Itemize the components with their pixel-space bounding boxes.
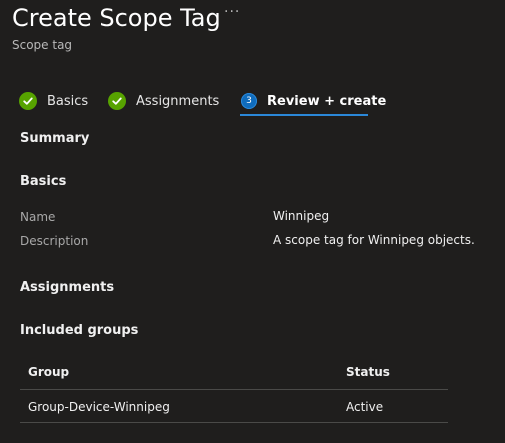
page-title: Create Scope Tag [12, 4, 221, 32]
more-options-button[interactable]: ··· [224, 4, 240, 20]
tab-label: Assignments [136, 93, 220, 109]
summary-heading: Summary [20, 131, 90, 146]
included-groups-heading: Included groups [20, 323, 139, 338]
field-value-description: A scope tag for Winnipeg objects. [273, 233, 475, 247]
field-label-name: Name [20, 210, 56, 224]
field-label-description: Description [20, 234, 89, 248]
status-cell: Active [346, 400, 384, 414]
included-groups-table: Group Status Group-Device-Winnipeg Activ… [20, 356, 448, 423]
step-number-icon: 3 [241, 93, 257, 109]
active-tab-indicator [240, 114, 368, 116]
page-subtitle: Scope tag [12, 38, 73, 52]
checkmark-icon [19, 92, 37, 110]
column-header-group: Group [28, 365, 70, 379]
tab-review-create[interactable]: 3 Review + create [241, 90, 386, 112]
field-value-name: Winnipeg [273, 209, 330, 223]
tab-label: Review + create [267, 93, 387, 109]
tab-assignments[interactable]: Assignments [108, 90, 219, 112]
assignments-heading: Assignments [20, 280, 115, 295]
column-header-status: Status [346, 365, 390, 379]
tab-basics[interactable]: Basics [19, 90, 88, 112]
tab-label: Basics [47, 93, 89, 109]
table-row: Group-Device-Winnipeg Active [20, 390, 448, 423]
checkmark-icon [108, 92, 126, 110]
group-name-cell: Group-Device-Winnipeg [28, 400, 170, 414]
basics-heading: Basics [20, 174, 67, 189]
table-header-row: Group Status [20, 356, 448, 390]
